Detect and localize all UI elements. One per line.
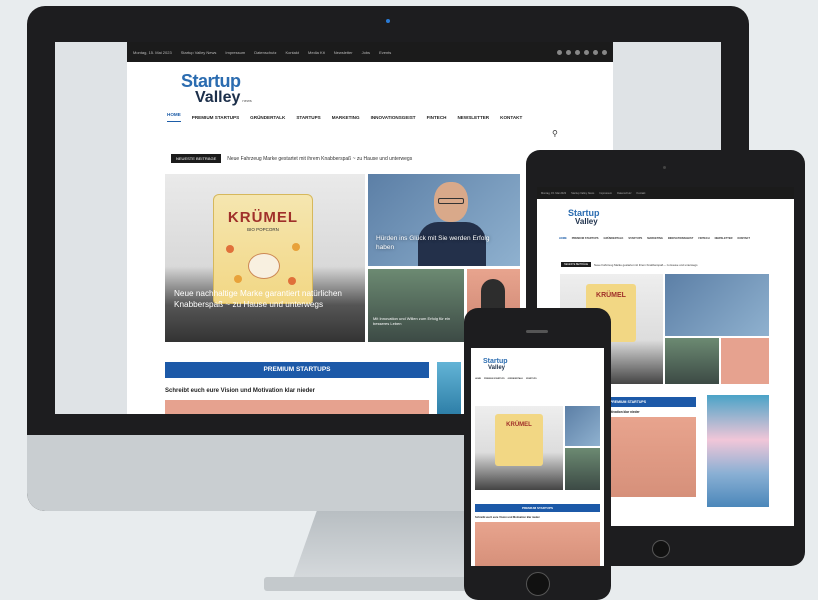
nav-item-premium[interactable]: PREMIUM STARTUPS: [192, 115, 239, 120]
main-nav: HOME PREMIUM STARTUPS GRÜNDERTALK STARTU…: [475, 378, 537, 380]
main-nav: HOME PREMIUM STARTUPS GRÜNDERTALK STARTU…: [559, 237, 750, 240]
topbar-link[interactable]: Impressum: [225, 50, 245, 55]
topbar-link[interactable]: Newsletter: [334, 50, 353, 55]
home-button-icon: [526, 572, 550, 596]
phone-screen: Startup Valley HOME PREMIUM STARTUPS GRÜ…: [471, 348, 604, 566]
article-caption[interactable]: Mit Innovation und Willen zum Erfolg für…: [373, 316, 459, 326]
social-icons: [557, 49, 607, 55]
article-card[interactable]: [665, 274, 769, 336]
article-image[interactable]: [165, 400, 429, 414]
top-bar: Montag, 15. Mai 2023 Startup Valley News…: [127, 42, 613, 62]
topbar-link[interactable]: Datenschutz: [617, 192, 631, 195]
ticker-badge: NEUESTE BEITRÄGE: [171, 154, 222, 163]
article-card[interactable]: Mit Innovation und Willen zum Erfolg für…: [368, 269, 464, 342]
nav-item-premium[interactable]: PREMIUM STARTUPS: [572, 237, 599, 240]
nav-item-startups[interactable]: STARTUPS: [628, 237, 642, 240]
featured-article[interactable]: KRÜMEL: [475, 406, 563, 490]
topbar-link[interactable]: Jobs: [362, 50, 370, 55]
nav-item-innovationsgeist[interactable]: INNOVATIONSGEIST: [371, 115, 416, 120]
section-header: PREMIUM STARTUPS: [165, 362, 429, 378]
logo-text: Valley news: [195, 89, 252, 106]
article-caption[interactable]: Hürden ins Glück mit Sie werden Erfolg h…: [376, 235, 506, 252]
topbar-link[interactable]: Montag, 15. Mai 2023: [133, 50, 172, 55]
topbar-link[interactable]: Kontakt: [285, 50, 299, 55]
nav-item-startups[interactable]: STARTUPS: [296, 115, 320, 120]
topbar-link[interactable]: Startup Valley News: [181, 50, 217, 55]
linkedin-icon[interactable]: [575, 49, 580, 55]
topbar-link[interactable]: Datenschutz: [254, 50, 276, 55]
main-nav: HOME PREMIUM STARTUPS GRÜNDERTALK STARTU…: [167, 112, 577, 122]
topbar-link[interactable]: Montag, 15. Mai 2023: [541, 192, 566, 195]
top-bar: Montag, 15. Mai 2023 Startup Valley News…: [537, 187, 794, 199]
section-header: PREMIUM STARTUPS: [475, 504, 600, 512]
logo-text[interactable]: Valley: [575, 218, 598, 226]
nav-item-fintech[interactable]: FINTECH: [427, 115, 447, 120]
logo-text: Startup: [181, 71, 241, 91]
product-sub: BIO POPCORN: [247, 227, 279, 232]
search-icon[interactable]: ⚲: [552, 130, 560, 138]
nav-item-fintech[interactable]: FINTECH: [698, 237, 709, 240]
article-image[interactable]: [475, 522, 600, 566]
product-image: KRÜMEL: [495, 414, 543, 466]
ticker-headline[interactable]: Neue Fahrzeug Marke gestartet mit ihrem …: [594, 263, 697, 267]
ticker-headline[interactable]: Neue Fahrzeug Marke gestartet mit ihrem …: [227, 156, 412, 162]
camera-icon: [663, 166, 666, 169]
home-button-icon: [652, 540, 670, 558]
article-card[interactable]: Hürden ins Glück mit Sie werden Erfolg h…: [368, 174, 520, 266]
nav-item-startups[interactable]: STARTUPS: [526, 378, 537, 380]
nav-item-kontakt[interactable]: KONTAKT: [500, 115, 522, 120]
camera-icon: [386, 19, 390, 23]
nav-item-home[interactable]: HOME: [475, 378, 481, 380]
featured-caption[interactable]: Neue nachhaltige Marke garantiert natürl…: [174, 288, 354, 310]
ticker-badge: NEUESTE BEITRÄGE: [561, 262, 592, 267]
article-title[interactable]: Schreibt euch eure Vision und Motivation…: [165, 388, 315, 394]
nav-item-home[interactable]: HOME: [167, 112, 181, 122]
topbar-link[interactable]: Startup Valley News: [571, 192, 594, 195]
youtube-icon[interactable]: [602, 49, 607, 55]
news-ticker: NEUESTE BEITRÄGE Neue Fahrzeug Marke ges…: [561, 262, 698, 267]
speaker-icon: [526, 330, 548, 333]
xing-icon[interactable]: [593, 49, 598, 55]
twitter-icon[interactable]: [566, 49, 571, 55]
nav-item-innovationsgeist[interactable]: INNOVATIONSGEIST: [668, 237, 693, 240]
nav-item-marketing[interactable]: MARKETING: [647, 237, 663, 240]
article-title[interactable]: Schreibt euch eure Vision und Motivation…: [475, 516, 540, 519]
sidebar-ad[interactable]: [437, 362, 461, 414]
product-name: KRÜMEL: [596, 292, 626, 299]
nav-item-home[interactable]: HOME: [559, 237, 567, 240]
product-name: KRÜMEL: [227, 209, 299, 226]
article-card[interactable]: [565, 406, 600, 446]
site-logo[interactable]: Startup Valley news: [181, 72, 252, 109]
article-card[interactable]: [721, 338, 769, 384]
mascot-face: [248, 253, 280, 279]
magazine-ad[interactable]: [707, 395, 769, 507]
nav-item-gruendertalk[interactable]: GRÜNDERTALK: [508, 378, 523, 380]
topbar-link[interactable]: Kontakt: [637, 192, 646, 195]
topbar-link[interactable]: Impressum: [599, 192, 612, 195]
news-ticker: NEUESTE BEITRÄGE Neue Fahrzeug Marke ges…: [171, 154, 412, 163]
featured-article[interactable]: KRÜMEL BIO POPCORN Neue nachhaltige Mark…: [165, 174, 365, 342]
nav-item-marketing[interactable]: MARKETING: [332, 115, 360, 120]
article-card[interactable]: [565, 448, 600, 490]
nav-item-newsletter[interactable]: NEWSLETTER: [457, 115, 489, 120]
article-card[interactable]: [665, 338, 719, 384]
instagram-icon[interactable]: [584, 49, 589, 55]
logo-text[interactable]: Valley: [488, 365, 505, 371]
nav-item-premium[interactable]: PREMIUM STARTUPS: [484, 378, 505, 380]
facebook-icon[interactable]: [557, 49, 562, 55]
nav-item-gruendertalk[interactable]: GRÜNDERTALK: [604, 237, 624, 240]
topbar-link[interactable]: Events: [379, 50, 391, 55]
product-name: KRÜMEL: [506, 422, 532, 428]
nav-item-newsletter[interactable]: NEWSLETTER: [715, 237, 733, 240]
nav-item-gruendertalk[interactable]: GRÜNDERTALK: [250, 115, 285, 120]
topbar-link[interactable]: Media Kit: [308, 50, 325, 55]
logo-text[interactable]: Startup: [483, 358, 508, 365]
nav-item-kontakt[interactable]: KONTAKT: [737, 237, 750, 240]
